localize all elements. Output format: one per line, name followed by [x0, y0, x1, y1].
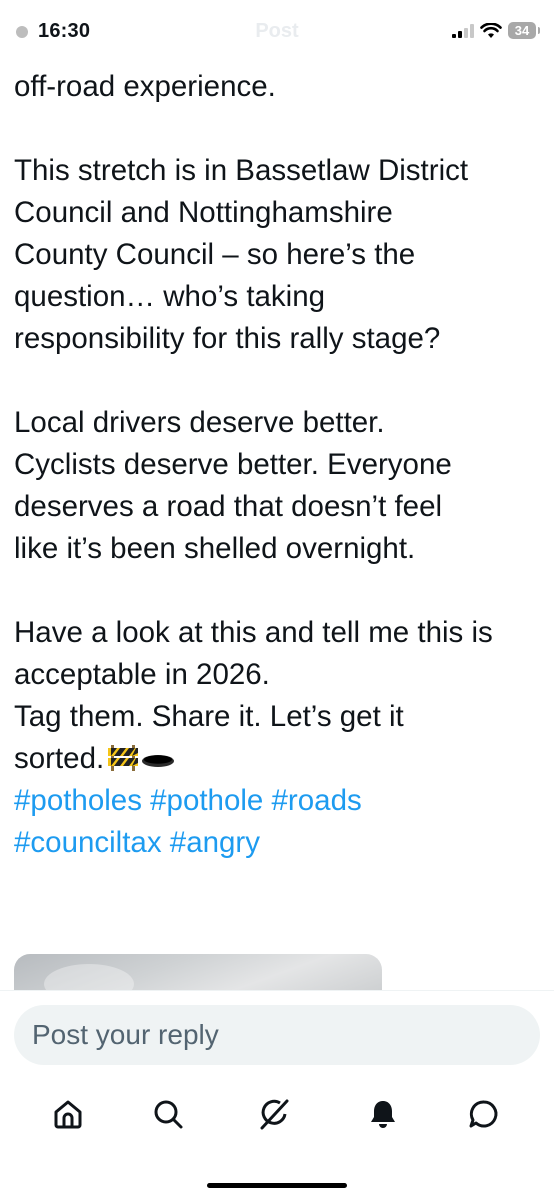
tweet-line: question… who’s taking — [14, 280, 326, 313]
tweet-line: Have a look at this and tell me this is — [14, 616, 493, 649]
status-right: 34 — [452, 22, 540, 39]
cellular-signal-icon — [452, 23, 474, 38]
grok-icon[interactable] — [252, 1092, 296, 1136]
reply-input[interactable]: Post your reply — [14, 1005, 540, 1065]
hole-icon — [141, 738, 175, 767]
reply-composer: Post your reply — [0, 990, 554, 1071]
tweet-line-with-emoji: sorted. — [14, 738, 544, 780]
tweet-line: acceptable in 2026. — [14, 658, 270, 691]
tweet-text: off-road experience. This stretch is in … — [14, 66, 544, 864]
tweet-line: County Council – so here’s the — [14, 238, 416, 271]
home-indicator — [207, 1183, 347, 1188]
tweet-line: This stretch is in Bassetlaw District — [14, 154, 469, 187]
tweet-line: responsibility for this rally stage? — [14, 322, 441, 355]
hashtag-links[interactable]: #counciltax #angry — [14, 826, 260, 859]
bottom-navigation — [0, 1070, 554, 1199]
hashtags-line: #potholes #pothole #roads — [14, 780, 544, 822]
search-icon[interactable] — [146, 1092, 190, 1136]
notifications-icon[interactable] — [361, 1092, 405, 1136]
hashtag-links[interactable]: #potholes #pothole #roads — [14, 784, 362, 817]
construction-barrier-icon — [108, 741, 139, 771]
wifi-icon — [480, 22, 502, 39]
tweet-line: Tag them. Share it. Let’s get it — [14, 700, 404, 733]
hashtags-line: #counciltax #angry — [14, 822, 544, 864]
tweet-line: Council and Nottinghamshire — [14, 196, 393, 229]
messages-icon[interactable] — [462, 1092, 506, 1136]
tweet-line: like it’s been shelled overnight. — [14, 532, 416, 565]
home-icon[interactable] — [46, 1092, 90, 1136]
battery-indicator: 34 — [508, 22, 540, 39]
tweet-line: sorted. — [14, 742, 105, 775]
tweet-line: Local drivers deserve better. — [14, 406, 385, 439]
tweet-line: deserves a road that doesn’t feel — [14, 490, 443, 523]
tweet-line: Cyclists deserve better. Everyone — [14, 448, 452, 481]
status-bar: 16:30 Post 34 — [0, 0, 554, 66]
tweet-line: off-road experience. — [14, 70, 276, 103]
